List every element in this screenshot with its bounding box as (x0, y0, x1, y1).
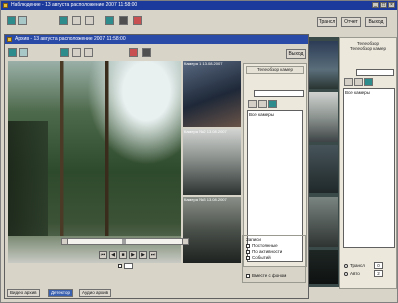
app-icon (3, 3, 8, 8)
panel-remove-icon[interactable] (258, 100, 267, 108)
outer-title: Наблюдение - 13 августа расположение 200… (11, 2, 138, 8)
records-option-3-checkbox[interactable] (246, 256, 250, 260)
right-panel-input[interactable] (356, 69, 394, 76)
right-panel-subtitle: Телеобзор камер (350, 46, 386, 51)
archive-camera-icon[interactable] (60, 48, 69, 57)
tool-icon-2[interactable] (72, 16, 81, 25)
camera-thumb-1[interactable]: Камера 1 13.08.2007 (183, 61, 241, 127)
loop-checkbox[interactable] (118, 264, 122, 268)
background-label: Вместе с фоном (252, 273, 287, 278)
skip-back-icon[interactable]: ⏮ (99, 251, 107, 259)
minimize-button[interactable]: _ (372, 2, 379, 8)
bg-camera-2 (308, 92, 338, 142)
archive-tool-icon-3[interactable] (84, 48, 93, 57)
right-list-label: Все камеры (345, 90, 370, 95)
timeline-thumb[interactable] (122, 239, 126, 244)
archive-layout-single-icon[interactable] (8, 48, 17, 57)
camera-thumb-2-label: Камера №2 13.08.2007 (184, 129, 227, 134)
archive-button[interactable]: Отчет (341, 17, 361, 27)
camera-icon[interactable] (59, 16, 68, 25)
right-camera-icon[interactable] (364, 78, 373, 86)
printer-icon[interactable] (119, 16, 128, 25)
panel-camera-icon[interactable] (268, 100, 277, 108)
speaker-icon[interactable] (133, 16, 142, 25)
background-camera-column (307, 37, 339, 287)
records-option-1-label: Постоянные (252, 243, 278, 248)
records-option-1-checkbox[interactable] (246, 244, 250, 248)
right-remove-icon[interactable] (354, 78, 363, 86)
main-video[interactable] (8, 61, 181, 263)
tab-detector[interactable]: Детектор (48, 289, 73, 297)
camera-thumb-2[interactable]: Камера №2 13.08.2007 (183, 129, 241, 195)
right-panel: Телеобзор Телеобзор камер Все камеры Тра… (339, 37, 397, 289)
camera-thumb-3-label: Камера №3 13.08.2007 (184, 197, 227, 202)
records-option-2-label: По активности (252, 249, 283, 254)
archive-export-icon[interactable] (129, 48, 138, 57)
archive-tool-icon-2[interactable] (72, 48, 81, 57)
right-option-1-label: Трансл (350, 263, 365, 268)
records-option-2-checkbox[interactable] (246, 250, 250, 254)
background-checkbox[interactable] (246, 274, 250, 278)
bg-camera-4 (308, 197, 338, 247)
realtime-button[interactable]: Трансл (317, 17, 337, 27)
archive-exit-button[interactable]: Выход (286, 49, 306, 59)
timeline-track[interactable] (61, 238, 189, 245)
skip-forward-icon[interactable]: ⏭ (149, 251, 157, 259)
step-forward-icon[interactable]: ▶ (139, 251, 147, 259)
layout-single-icon[interactable] (7, 16, 16, 25)
records-option-3-label: Событий (252, 255, 271, 260)
tab-audio-archive[interactable]: Аудио архив (79, 289, 112, 297)
timeline-right-arrow-icon[interactable] (182, 239, 188, 244)
right-add-icon[interactable] (344, 78, 353, 86)
right-option-1-value[interactable]: 0 (374, 262, 383, 269)
speed-field[interactable] (124, 263, 133, 269)
bg-camera-3 (308, 145, 338, 193)
outer-window-controls: _ □ × (372, 2, 395, 8)
exit-button[interactable]: Выход (365, 17, 387, 27)
camera-panel-input[interactable] (254, 90, 304, 97)
right-option-2-radio[interactable] (344, 272, 348, 276)
archive-window: Архив - 13 августа расположение 2007 11:… (4, 34, 309, 299)
archive-print-icon[interactable] (142, 48, 151, 57)
camera-list-label: Все камеры (249, 112, 274, 117)
archive-app-icon (7, 37, 12, 42)
close-button[interactable]: × (388, 2, 395, 8)
play-icon[interactable]: ▶ (129, 251, 137, 259)
bg-camera-5 (308, 250, 338, 284)
tab-video-archive[interactable]: Видео архив (7, 289, 40, 297)
camera-panel-title: Телеобзор камер (246, 66, 304, 74)
right-option-2-label: Авто (350, 271, 360, 276)
stop-icon[interactable]: ■ (119, 251, 127, 259)
right-camera-list[interactable]: Все камеры (343, 88, 395, 248)
right-option-1-radio[interactable] (344, 264, 348, 268)
outer-titlebar: Наблюдение - 13 августа расположение 200… (1, 1, 397, 10)
layout-grid-icon[interactable] (18, 16, 27, 25)
info-icon[interactable] (105, 16, 114, 25)
tool-icon-3[interactable] (85, 16, 94, 25)
archive-title: Архив - 13 августа расположение 2007 11:… (15, 36, 126, 42)
right-option-2-value[interactable]: 2 (374, 270, 383, 277)
records-group: Записи Постоянные По активности Событий … (242, 235, 306, 283)
timeline-left-arrow-icon[interactable] (62, 239, 68, 244)
camera-thumb-1-label: Камера 1 13.08.2007 (184, 61, 223, 66)
maximize-button[interactable]: □ (380, 2, 387, 8)
records-title: Записи (246, 237, 261, 242)
panel-add-icon[interactable] (248, 100, 257, 108)
archive-titlebar: Архив - 13 августа расположение 2007 11:… (5, 35, 308, 44)
bg-camera-1 (308, 41, 338, 89)
camera-thumb-3[interactable]: Камера №3 13.08.2007 (183, 197, 241, 263)
step-back-icon[interactable]: ◀ (109, 251, 117, 259)
archive-layout-grid-icon[interactable] (19, 48, 28, 57)
